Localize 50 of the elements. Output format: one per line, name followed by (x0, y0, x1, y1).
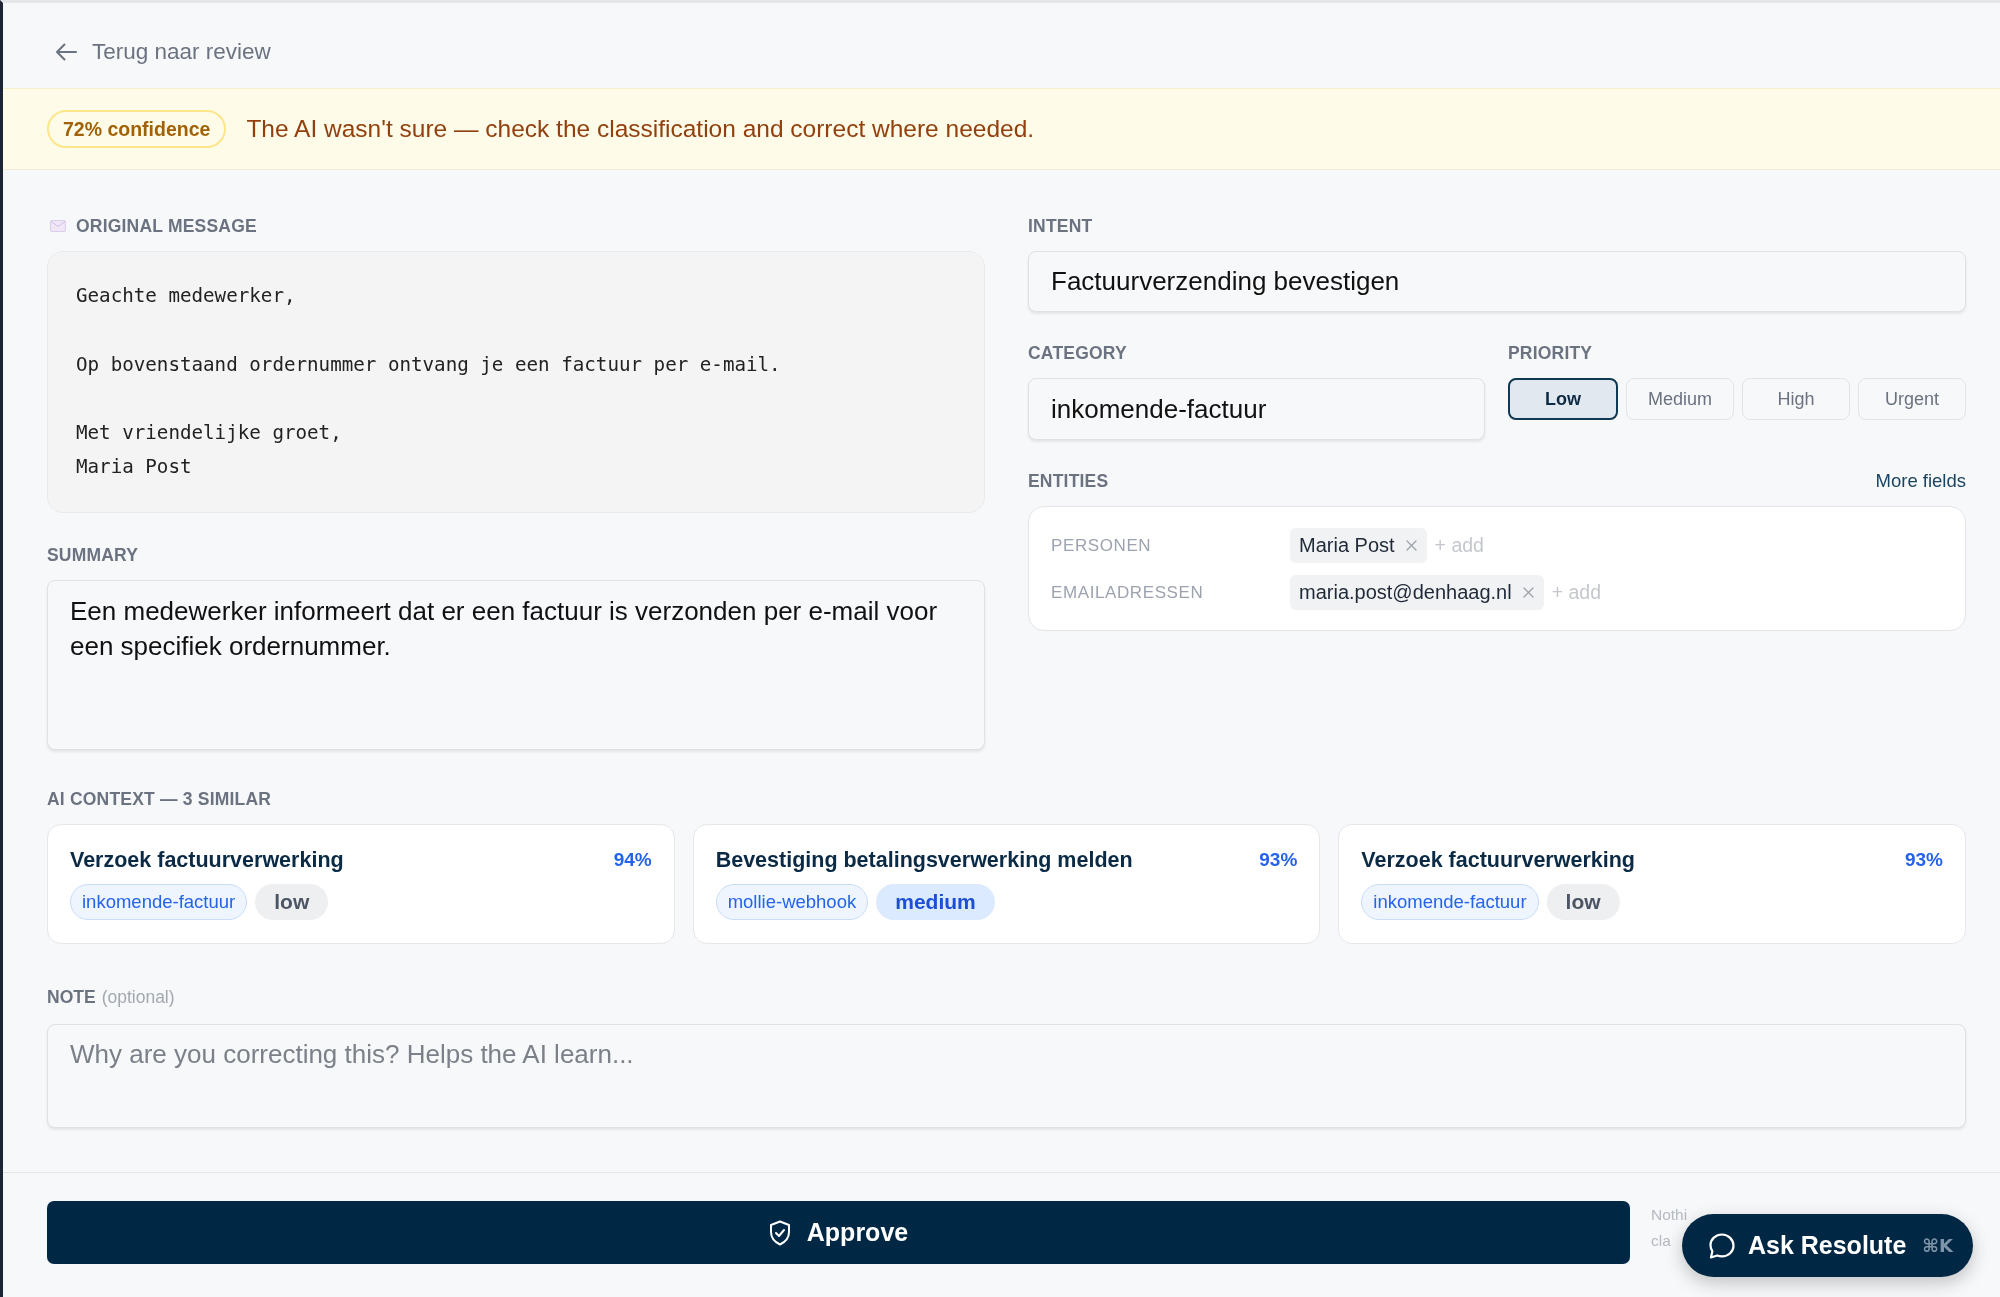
similar-case-card[interactable]: Bevestiging betalingsverwerking melden 93% mollie-webhook medium (692, 824, 1321, 944)
section-label: NOTE (47, 986, 96, 1009)
section-label: AI CONTEXT — 3 SIMILAR (47, 789, 273, 809)
category-tag: mollie-webhook (715, 883, 869, 920)
entity-label: EMAILADRESSEN (1051, 581, 1205, 604)
entity-label: PERSONEN (1051, 534, 1153, 557)
case-title: Bevestiging betalingsverwerking melden (715, 847, 1133, 874)
intent-field[interactable]: Factuurverzending bevestigen (1028, 251, 1966, 312)
more-fields-link[interactable]: More fields (1875, 467, 1966, 495)
case-title: Verzoek factuurverwerking (1361, 847, 1635, 874)
optional-hint: (optional) (101, 986, 175, 1009)
section-label: SUMMARY (47, 545, 140, 565)
approve-button[interactable]: Approve (47, 1201, 1630, 1265)
match-score: 94% (613, 848, 652, 872)
priority-option[interactable]: Urgent (1858, 378, 1966, 420)
section-label: ORIGINAL MESSAGE (76, 216, 257, 236)
priority-option[interactable]: Medium (1626, 378, 1734, 420)
match-score: 93% (1904, 848, 1943, 872)
banner-message: The AI wasn't sure — check the classification and correct where needed. (246, 113, 1035, 144)
summary-field[interactable]: Een medewerker informeert dat er een factuur is verzonden per e-mail voor een specifiek ordernummer. (47, 580, 985, 750)
priority-tag: low (255, 883, 329, 920)
section-label: ENTITIES (1028, 471, 1109, 491)
category-field[interactable]: inkomende-factuur (1028, 378, 1485, 440)
note-field[interactable]: Why are you correcting this? Helps the AI learn... (47, 1024, 1966, 1129)
section-label: PRIORITY (1508, 343, 1594, 363)
message-text: Geachte medewerker, Op bovenstaand ordernummer ontvang je een factuur per e-mail. Met vriendelijke groet, Maria Post (47, 251, 985, 513)
case-title: Verzoek factuurverwerking (70, 847, 344, 874)
arrow-left-icon (55, 43, 77, 61)
similar-case-card[interactable]: Verzoek factuurverwerking 93% inkomende-factuur low (1338, 824, 1966, 944)
priority-tag: low (1546, 883, 1620, 920)
section-label: CATEGORY (1028, 343, 1128, 363)
chip-label: Maria Post (1299, 533, 1395, 558)
close-icon[interactable] (1522, 587, 1534, 598)
section-label: INTENT (1028, 216, 1094, 236)
shortcut-hint: ⌘K (1922, 1234, 1953, 1258)
match-score: 93% (1259, 848, 1298, 872)
priority-option[interactable]: Low (1508, 378, 1618, 420)
category-tag: inkomende-factuur (70, 883, 248, 920)
close-icon[interactable] (1405, 540, 1417, 551)
priority-option[interactable]: High (1742, 378, 1850, 420)
category-tag: inkomende-factuur (1361, 883, 1539, 920)
back-link[interactable]: Terug naar review (55, 35, 271, 69)
confidence-badge: 72% confidence (47, 110, 227, 148)
chip-label: maria.post@denhaag.nl (1299, 580, 1512, 605)
hint-text: cla (1651, 1231, 1671, 1252)
shield-check-icon (768, 1219, 791, 1246)
similar-case-card[interactable]: Verzoek factuurverwerking 94% inkomende-factuur low (47, 824, 675, 944)
priority-tag: medium (876, 883, 995, 920)
envelope-icon (50, 220, 66, 232)
chat-bubble-icon (1707, 1231, 1736, 1260)
